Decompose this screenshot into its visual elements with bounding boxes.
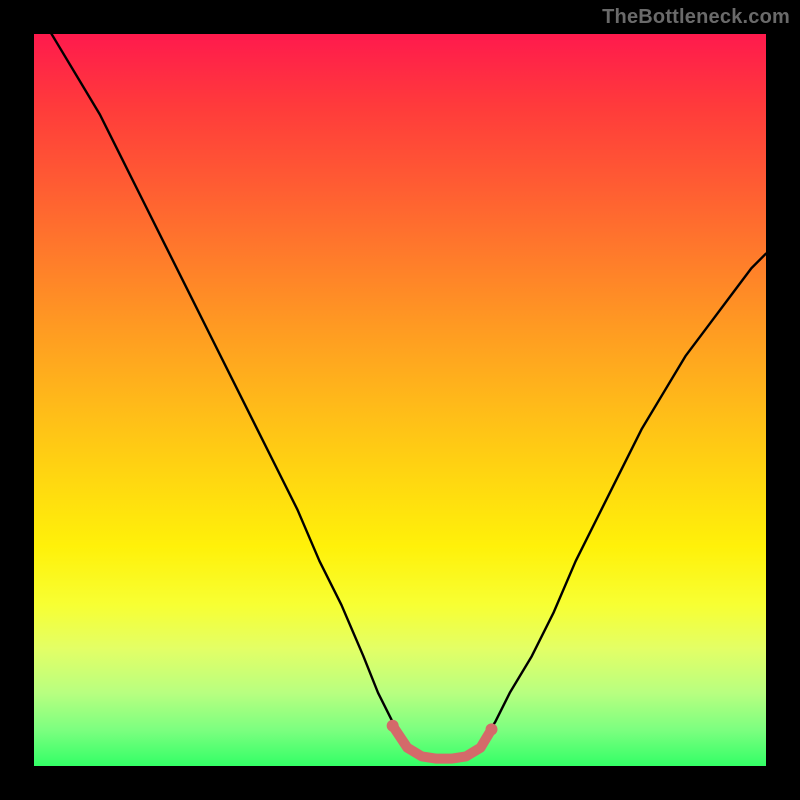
optimal-zone-marker: [393, 726, 492, 759]
optimal-zone-dot-right: [486, 723, 498, 735]
bottleneck-curve: [34, 34, 766, 759]
chart-frame: TheBottleneck.com: [0, 0, 800, 800]
optimal-zone-dot-left: [387, 720, 399, 732]
watermark-text: TheBottleneck.com: [602, 6, 790, 29]
chart-svg: [34, 34, 766, 766]
plot-area: [34, 34, 766, 766]
